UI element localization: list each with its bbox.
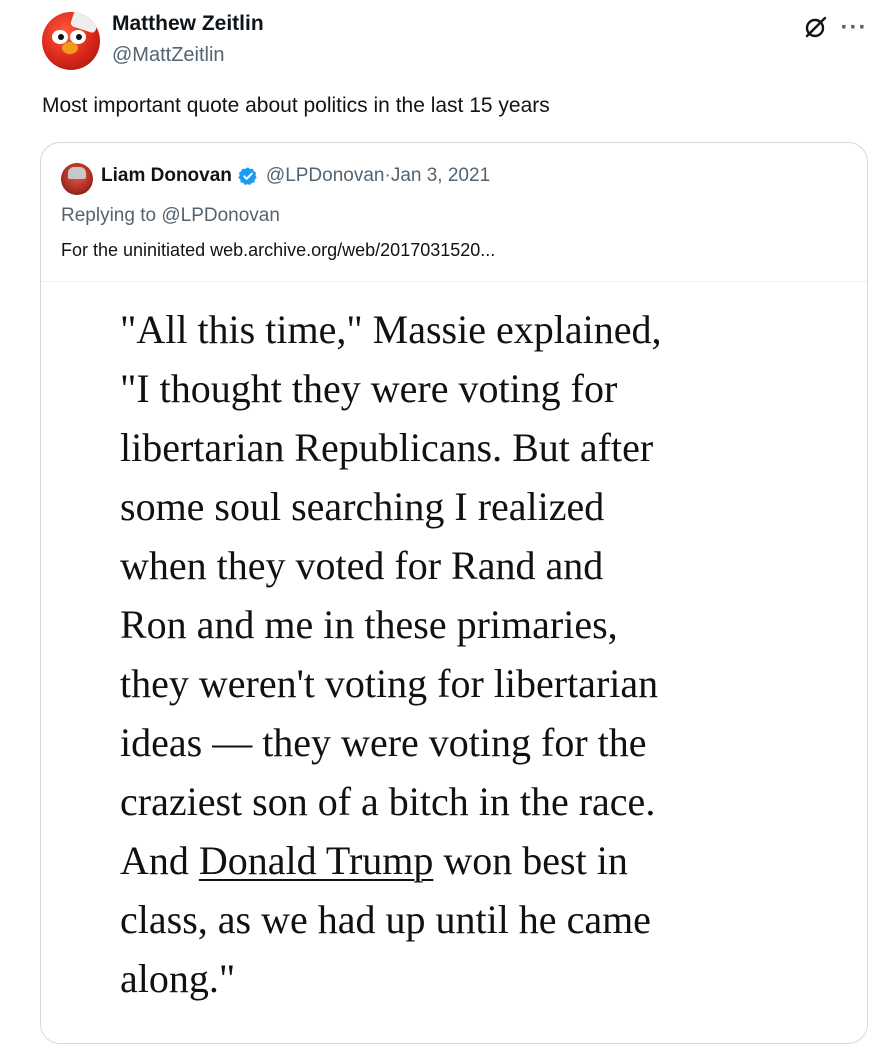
quoted-post-card[interactable]: Liam Donovan @LPDonovan · Jan 3, 2021 Re…: [40, 142, 868, 1044]
image-quote-line: craziest son of a bitch in the race.: [120, 779, 656, 824]
quoted-author-name[interactable]: Liam Donovan: [101, 165, 232, 187]
post-author-handle[interactable]: @MattZeitlin: [112, 44, 225, 67]
image-quote-line: ideas — they were voting for the: [120, 720, 647, 765]
quoted-post-date[interactable]: Jan 3, 2021: [391, 165, 490, 187]
verified-badge-icon: [238, 166, 258, 186]
image-quote-line: libertarian Republicans. But after: [120, 425, 654, 470]
image-quote-line-with-link: And Donald Trump won best in: [120, 831, 840, 890]
grok-icon: [805, 16, 827, 38]
image-quote-text: "All this time," Massie explained, "I th…: [120, 300, 840, 1008]
image-quote-line: when they voted for Rand and: [120, 543, 604, 588]
image-quote-line: some soul searching I realized: [120, 484, 605, 529]
image-quote-line: Ron and me in these primaries,: [120, 602, 618, 647]
replying-to-prefix: Replying to: [61, 205, 162, 226]
image-quote-line: along.": [120, 956, 236, 1001]
post-text: Most important quote about politics in t…: [42, 94, 550, 117]
post-author-name[interactable]: Matthew Zeitlin: [112, 12, 264, 36]
grok-button[interactable]: [800, 14, 830, 42]
image-quote-line: "All this time," Massie explained,: [120, 307, 662, 352]
image-quote-line: they weren't voting for libertarian: [120, 661, 659, 706]
donald-trump-link-text: Donald Trump: [198, 838, 434, 883]
line-text: And: [120, 838, 199, 883]
avatar-nose: [62, 42, 78, 54]
image-quote-line: class, as we had up until he came: [120, 897, 651, 942]
replying-to: Replying to @LPDonovan: [61, 205, 280, 227]
more-options-button[interactable]: ···: [838, 14, 870, 42]
image-quote-line: "I thought they were voting for: [120, 366, 618, 411]
more-icon: ···: [840, 14, 868, 41]
quoted-post-image[interactable]: "All this time," Massie explained, "I th…: [41, 281, 867, 1043]
post-author-avatar[interactable]: [42, 12, 100, 70]
replying-to-handle[interactable]: @LPDonovan: [161, 205, 280, 226]
quoted-author-avatar[interactable]: [61, 163, 93, 195]
quoted-author-handle[interactable]: @LPDonovan: [266, 165, 385, 187]
line-text: won best in: [433, 838, 628, 883]
quoted-post-header: Liam Donovan @LPDonovan · Jan 3, 2021: [101, 165, 490, 187]
quoted-post-text: For the uninitiated web.archive.org/web/…: [61, 240, 496, 260]
